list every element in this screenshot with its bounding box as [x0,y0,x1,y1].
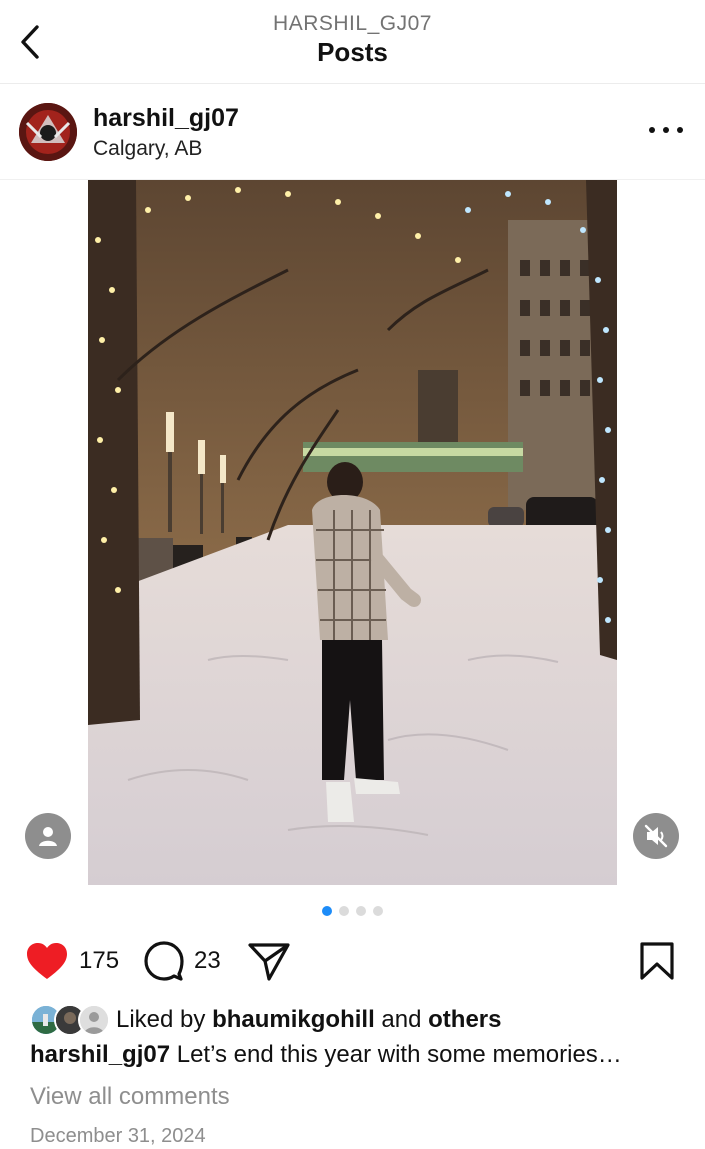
likes-count: 175 [79,947,120,974]
liked-by-username[interactable]: bhaumikgohill [212,1006,375,1033]
comments-count: 23 [194,947,221,974]
liked-by-row[interactable]: Liked by bhaumikgohill and others [30,1003,501,1037]
carousel-dot [356,906,366,916]
avatar[interactable] [19,103,77,161]
top-bar: HARSHIL_GJ07 Posts [0,0,705,84]
liked-by-text: Liked by bhaumikgohill and others [116,1006,502,1033]
profile-username-header: HARSHIL_GJ07 [273,12,432,35]
like-button[interactable]: 175 [25,936,119,986]
tagged-people-button[interactable] [25,813,71,859]
post-header: harshil_gj07 Calgary, AB [0,84,705,180]
carousel-dot [339,906,349,916]
heart-icon [27,943,67,979]
caption-username[interactable]: harshil_gj07 [30,1041,170,1068]
comment-icon [144,941,184,981]
caption-text: Let’s end this year with some memories… [176,1041,622,1068]
more-options-button[interactable] [649,116,683,144]
share-button[interactable] [247,936,291,986]
bookmark-icon [640,942,674,980]
carousel-dot-active [322,906,332,916]
post-photo[interactable] [88,180,617,885]
post-author-username[interactable]: harshil_gj07 [93,104,239,133]
post-location[interactable]: Calgary, AB [93,137,202,161]
carousel-indicator [0,906,705,916]
ellipsis-icon [649,127,655,133]
post-date: December 31, 2024 [30,1125,206,1147]
view-all-comments-link[interactable]: View all comments [30,1083,230,1111]
page-title: Posts [317,37,388,67]
send-icon [248,943,290,981]
avatar [78,1004,110,1036]
muted-speaker-icon [644,824,668,848]
carousel-dot [373,906,383,916]
liked-by-others[interactable]: others [428,1006,501,1033]
post-caption[interactable]: harshil_gj07 Let’s end this year with so… [30,1041,622,1069]
liker-avatars [30,1004,110,1036]
person-tag-icon [39,827,57,846]
save-button[interactable] [638,936,676,986]
post-actions: 175 23 [0,936,705,986]
comment-button[interactable]: 23 [144,936,221,986]
mute-audio-button[interactable] [633,813,679,859]
